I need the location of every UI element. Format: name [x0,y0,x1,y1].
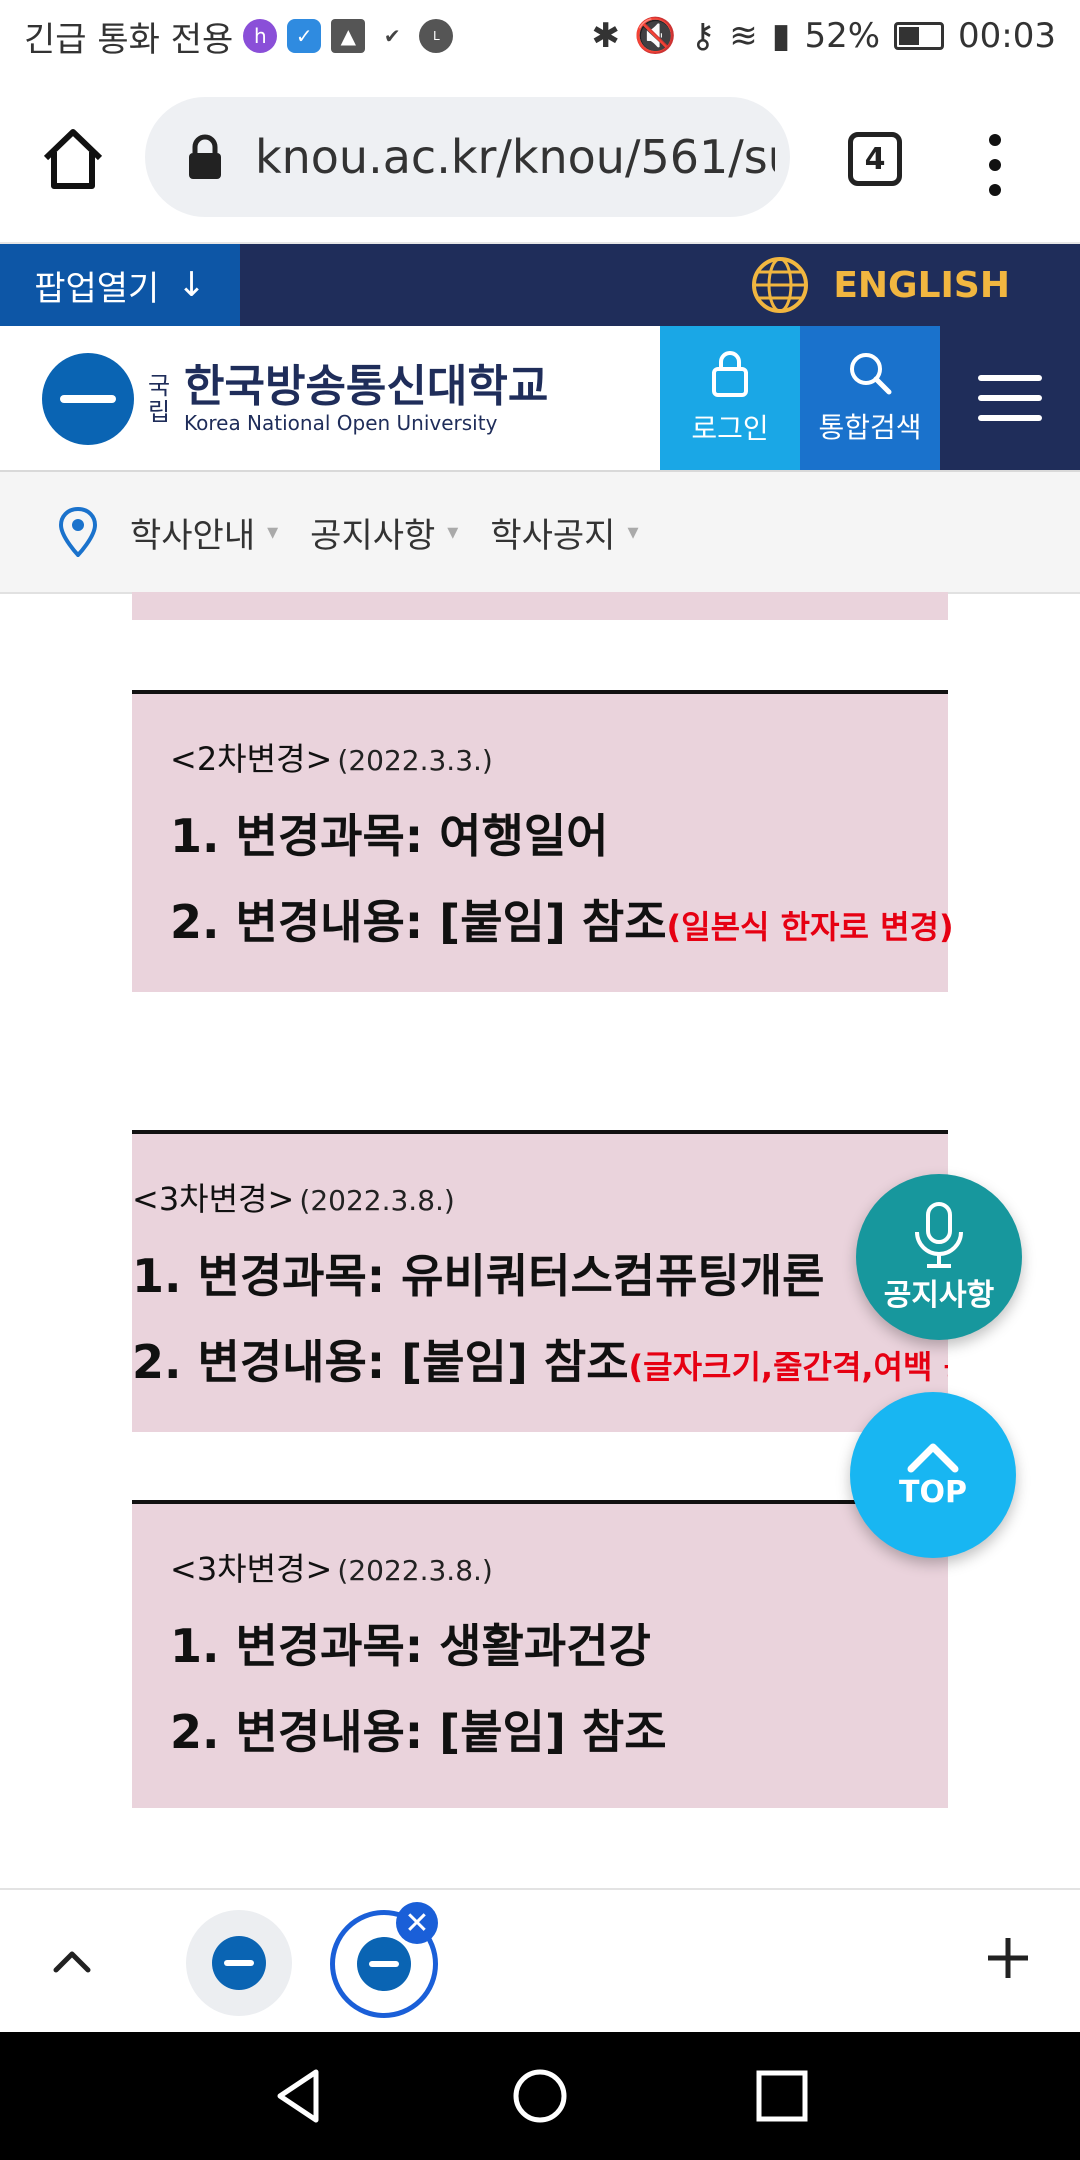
top-label: TOP [899,1474,967,1510]
notice-date: (2022.3.3.) [337,744,493,777]
notice-title: <2차변경> [170,740,333,778]
lock-icon [189,134,221,179]
popup-label: 팝업열기 [34,268,160,309]
browser-toolbar: knou.ac.kr/knou/561/su 4 [0,72,1080,244]
url-text[interactable]: knou.ac.kr/knou/561/su [255,130,775,184]
mute-icon: 🔇 [633,16,677,56]
notice-subject: 1. 변경과목: 생활과건강 [170,1619,651,1673]
breadcrumb-item-academic-notice[interactable]: 학사공지 ▾ [490,508,638,557]
site-header: 국립 한국방송통신대학교 Korea National Open Univers… [0,326,1080,472]
chevron-down-icon: ▾ [447,519,459,545]
english-label: ENGLISH [833,264,1010,306]
site-topbar: 팝업열기 ↓ ENGLISH [0,244,1080,326]
key-icon: ⚷ [690,16,716,56]
arrow-down-icon: ↓ [177,265,206,305]
notice-note: (일본식 한자로 변경) [666,908,954,946]
lock-icon [712,351,748,397]
notice-fab-label: 공지사항 [883,1278,995,1313]
notice-subject: 1. 변경과목: 유비쿼터스컴퓨팅개론 [132,1249,825,1303]
chevron-up-icon [907,1443,959,1472]
recents-icon[interactable] [754,2068,810,2124]
shield-icon: ✓ [287,19,322,53]
wifi-icon: ≋ [729,16,758,56]
status-left: 긴급 통화 전용 h ✓ ▲ ✔ L [24,10,454,62]
location-pin-icon [58,507,98,557]
chevron-up-icon[interactable] [50,1942,94,1982]
status-bar: 긴급 통화 전용 h ✓ ▲ ✔ L ✱ 🔇 ⚷ ≋ ▮ 52% 00:03 [0,0,1080,72]
logo-small-text: 국립 [148,372,171,426]
mountain-icon: ▲ [331,19,366,53]
breadcrumb-label: 공지사항 [310,515,436,556]
battery-icon [894,22,945,50]
notice-content: 2. 변경내용: [붙임] 참조 [132,1335,629,1389]
notice-title: <3차변경> [170,1550,333,1588]
breadcrumb-label: 학사공지 [490,515,616,556]
notice-date: (2022.3.8.) [337,1554,493,1587]
lock-app-icon: L [419,19,454,53]
login-label: 로그인 [691,412,769,445]
signal-icon: ▮ [771,16,791,56]
hamburger-icon [978,375,1042,421]
notice-date: (2022.3.8.) [299,1184,455,1217]
search-label: 통합검색 [818,411,922,444]
notice-heading: <3차변경> (2022.3.8.) [132,1174,455,1220]
battery-percent: 52% [804,16,881,56]
tab-thumbnail[interactable] [186,1910,292,2016]
add-tab-icon[interactable] [984,1934,1032,1982]
notice-content: 2. 변경내용: [붙임] 참조 [170,1705,667,1759]
knou-emblem-icon [357,1937,411,1991]
knou-emblem-icon [212,1936,266,1990]
chevron-down-icon: ▾ [627,519,639,545]
logo-english-text: Korea National Open University [184,411,498,435]
notice-subject: 1. 변경과목: 여행일어 [170,809,609,863]
app-h-icon: h [243,19,278,53]
carrier-text: 긴급 통화 전용 [24,19,234,60]
notice-note: (글자크기,줄간격,여백 등 [628,1348,948,1386]
notice-heading: <3차변경> (2022.3.8.) [170,1544,493,1590]
close-tab-icon[interactable]: ✕ [396,1902,438,1944]
globe-icon [752,257,809,313]
scroll-top-button[interactable]: TOP [850,1392,1016,1558]
home-circle-icon[interactable] [512,2068,568,2124]
breadcrumb-label: 학사안내 [130,515,256,556]
status-right: ✱ 🔇 ⚷ ≋ ▮ 52% 00:03 [591,10,1056,62]
chevron-down-icon: ▾ [267,519,279,545]
tab-strip: ✕ [0,1888,1080,2034]
system-navigation-bar [0,2032,1080,2160]
clock: 00:03 [958,16,1056,56]
notice-box: <3차변경> (2022.3.8.) 1. 변경과목: 유비쿼터스컴퓨팅개론 2… [132,1130,948,1432]
notice-heading: <2차변경> (2022.3.3.) [170,734,493,780]
check-icon: ✔ [383,24,401,48]
bluetooth-icon: ✱ [591,16,620,56]
login-button[interactable]: 로그인 [660,326,800,470]
breadcrumb-item-academic[interactable]: 학사안내 ▾ [130,508,278,557]
search-icon [850,353,892,395]
microphone-icon [915,1202,963,1268]
more-menu-icon[interactable] [980,130,1010,200]
back-icon[interactable] [272,2066,326,2126]
notice-content: 2. 변경내용: [붙임] 참조 [170,895,667,949]
knou-emblem-icon [42,353,134,445]
partial-box-top [132,592,948,620]
notice-fab-button[interactable]: 공지사항 [856,1174,1022,1340]
hamburger-menu-button[interactable] [940,326,1080,470]
logo-main-text: 한국방송통신대학교 [184,361,549,412]
breadcrumb-item-notices[interactable]: 공지사항 ▾ [310,508,458,557]
home-icon[interactable] [38,124,108,194]
notice-box: <2차변경> (2022.3.3.) 1. 변경과목: 여행일어 2. 변경내용… [132,690,954,992]
site-logo[interactable]: 국립 한국방송통신대학교 Korea National Open Univers… [42,353,549,445]
notice-title: <3차변경> [132,1180,295,1218]
search-button[interactable]: 통합검색 [800,326,940,470]
breadcrumb: 학사안내 ▾ 공지사항 ▾ 학사공지 ▾ [0,472,1080,594]
popup-open-button[interactable]: 팝업열기 ↓ [0,244,240,326]
english-link[interactable]: ENGLISH [751,244,1010,326]
notice-box: <3차변경> (2022.3.8.) 1. 변경과목: 생활과건강 2. 변경내… [132,1500,948,1808]
address-bar[interactable]: knou.ac.kr/knou/561/su [145,97,790,217]
tab-switcher-button[interactable]: 4 [848,132,902,186]
